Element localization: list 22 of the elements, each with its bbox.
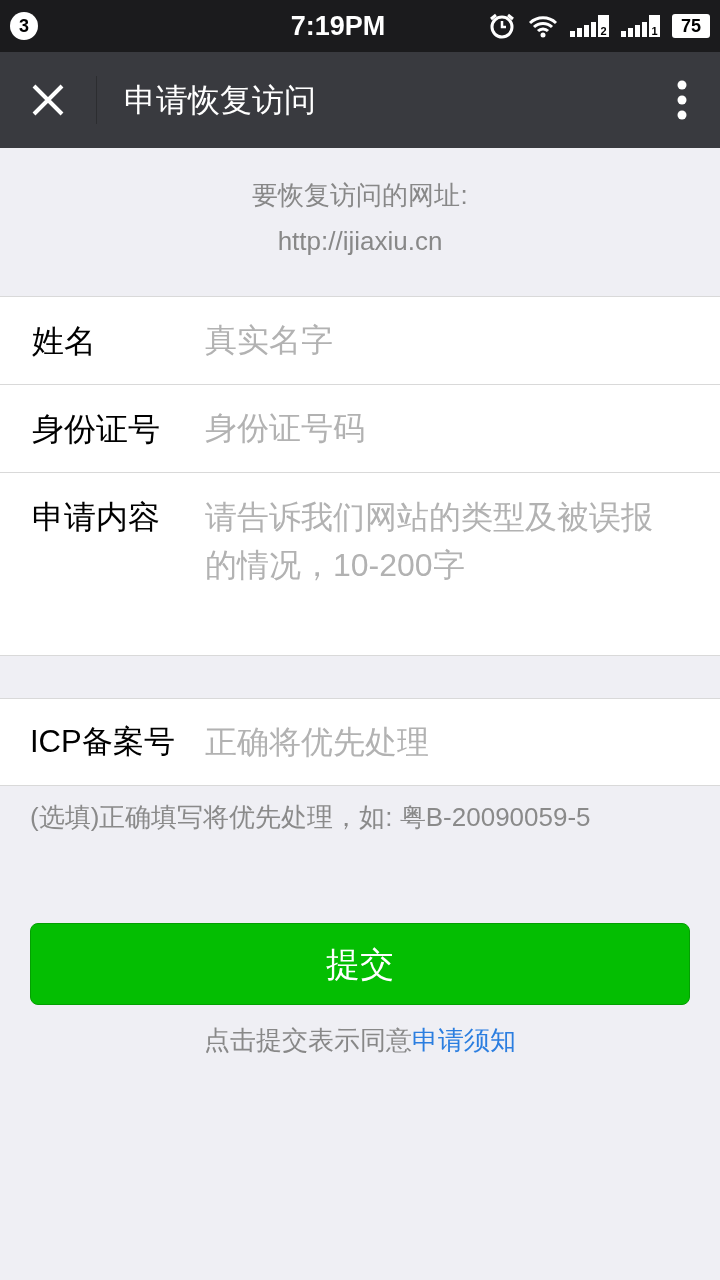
field-label: 身份证号 (0, 385, 205, 472)
field-label: 申请内容 (0, 473, 205, 655)
field-label: ICP备案号 (0, 699, 205, 785)
input-field[interactable]: 真实名字 (205, 297, 720, 384)
field-label: 姓名 (0, 297, 205, 384)
close-icon (31, 83, 65, 117)
hint-text: (选填)正确填写将优先处理，如: 粤B-20090059-5 (29, 801, 592, 834)
submit-button[interactable]: 提交 (30, 923, 690, 1005)
alarm-icon (488, 12, 516, 40)
input-field[interactable]: 请告诉我们网站的类型及被误报的情况，10-200字 (205, 473, 720, 655)
wifi-icon (528, 14, 558, 38)
caption-text: 要恢复访问的网址: (252, 179, 468, 212)
clock-time: 7:19PM (290, 9, 386, 43)
battery-icon: 75 (672, 14, 710, 38)
notification-badge: 3 (10, 12, 38, 40)
more-icon (677, 80, 687, 120)
terms-link[interactable]: 申请须知 (412, 1025, 516, 1055)
agreement-text: 点击提交表示同意申请须知 (203, 1024, 517, 1057)
input-field[interactable]: 正确将优先处理 (205, 699, 720, 785)
page-title: 申请恢复访问 (124, 81, 317, 120)
input-field[interactable]: 身份证号码 (205, 385, 720, 472)
url-text: http://ijiaxiu.cn (277, 225, 443, 258)
